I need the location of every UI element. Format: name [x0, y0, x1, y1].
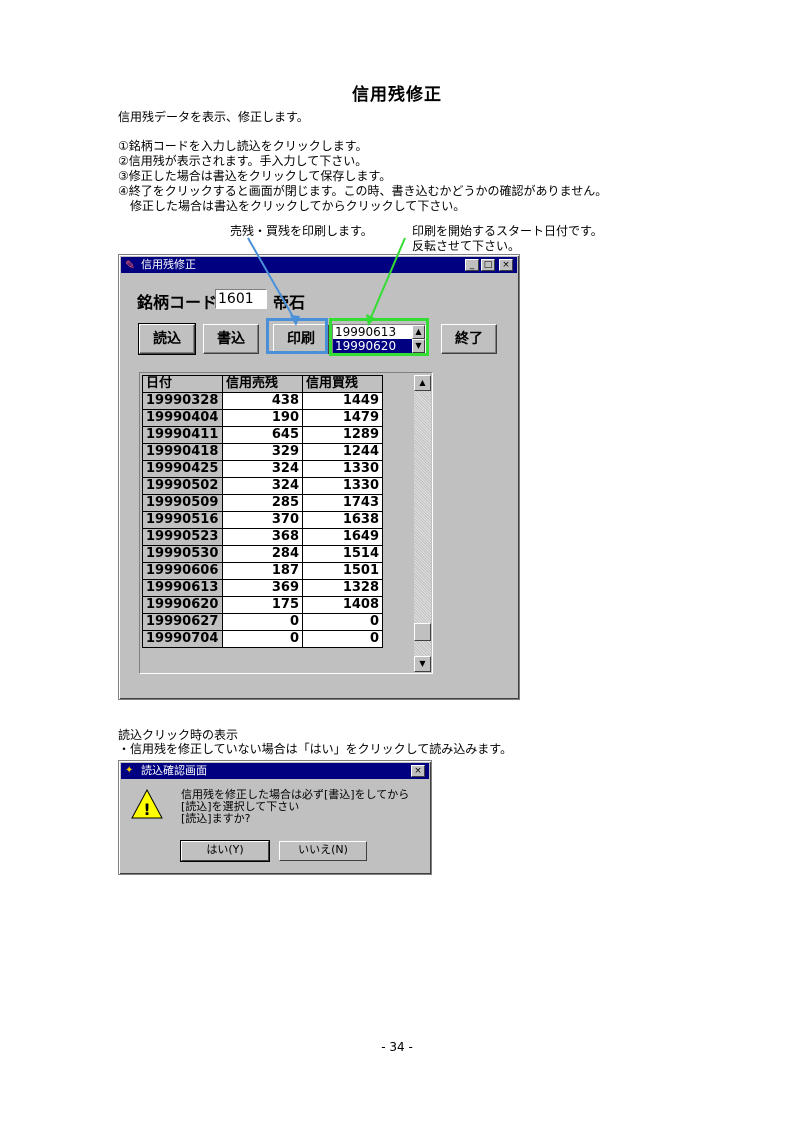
cell-long-balance[interactable]: 1649	[302, 528, 383, 546]
cell-date[interactable]: 19990509	[142, 494, 223, 512]
cell-long-balance[interactable]: 1330	[302, 477, 383, 495]
cell-date[interactable]: 19990613	[142, 579, 223, 597]
credit-balance-table: 日付 信用売残 信用買残 19990328 438 1449 19990404 190 1…	[142, 375, 383, 648]
cell-short-balance[interactable]: 284	[222, 545, 303, 563]
credit-balance-grid[interactable]: 日付 信用売残 信用買残 19990328 438 1449 19990404 190 1…	[139, 372, 433, 674]
cell-long-balance[interactable]: 1328	[302, 579, 383, 597]
table-row[interactable]: 19990627 0 0	[142, 613, 383, 631]
date-callout-arrow	[368, 237, 406, 323]
scroll-thumb[interactable]	[414, 623, 431, 641]
table-row[interactable]: 19990704 0 0	[142, 630, 383, 648]
cell-long-balance[interactable]: 1638	[302, 511, 383, 529]
dialog-app-icon: ✦	[125, 765, 134, 776]
cell-short-balance[interactable]: 369	[222, 579, 303, 597]
table-row[interactable]: 19990509 285 1743	[142, 494, 383, 512]
no-button[interactable]: いいえ(N)	[279, 841, 367, 861]
print-callout-arrowhead	[290, 315, 300, 326]
cell-date[interactable]: 19990523	[142, 528, 223, 546]
date-callout-arrowhead	[366, 314, 375, 326]
table-row[interactable]: 19990425 324 1330	[142, 460, 383, 478]
table-row[interactable]: 19990418 329 1244	[142, 443, 383, 461]
table-row[interactable]: 19990411 645 1289	[142, 426, 383, 444]
table-row[interactable]: 19990530 284 1514	[142, 545, 383, 563]
cell-short-balance[interactable]: 329	[222, 443, 303, 461]
cell-date[interactable]: 19990404	[142, 409, 223, 427]
cell-long-balance[interactable]: 1408	[302, 596, 383, 614]
section2-text: ・信用残を修正していない場合は「はい」をクリックして読み込みます。	[118, 742, 513, 756]
cell-date[interactable]: 19990418	[142, 443, 223, 461]
cell-long-balance[interactable]: 0	[302, 630, 383, 648]
cell-short-balance[interactable]: 324	[222, 477, 303, 495]
cell-long-balance[interactable]: 0	[302, 613, 383, 631]
cell-short-balance[interactable]: 324	[222, 460, 303, 478]
cell-long-balance[interactable]: 1514	[302, 545, 383, 563]
cell-short-balance[interactable]: 0	[222, 613, 303, 631]
cell-date[interactable]: 19990411	[142, 426, 223, 444]
vertical-scrollbar[interactable]: ▲ ▼	[414, 375, 431, 672]
cell-long-balance[interactable]: 1501	[302, 562, 383, 580]
table-row[interactable]: 19990620 175 1408	[142, 596, 383, 614]
cell-date[interactable]: 19990502	[142, 477, 223, 495]
dialog-title: 読込確認画面	[141, 764, 207, 777]
cell-long-balance[interactable]: 1743	[302, 494, 383, 512]
yes-button[interactable]: はい(Y)	[180, 840, 270, 862]
dialog-titlebar[interactable]: ✦ 読込確認画面 ×	[121, 763, 429, 779]
cell-long-balance[interactable]: 1330	[302, 460, 383, 478]
cell-date[interactable]: 19990516	[142, 511, 223, 529]
cell-short-balance[interactable]: 190	[222, 409, 303, 427]
dialog-close-icon[interactable]: ×	[411, 765, 425, 777]
dialog-message-line-3: [読込]ますか?	[181, 812, 251, 825]
dialog-message: 信用残を修正した場合は必ず[書込]をしてから [読込]を選択して下さい [読込]…	[181, 789, 409, 825]
cell-date[interactable]: 19990530	[142, 545, 223, 563]
table-row[interactable]: 19990606 187 1501	[142, 562, 383, 580]
cell-long-balance[interactable]: 1289	[302, 426, 383, 444]
cell-date[interactable]: 19990606	[142, 562, 223, 580]
table-body: 19990328 438 1449 19990404 190 1479 19990411 64…	[142, 392, 383, 648]
cell-date[interactable]: 19990620	[142, 596, 223, 614]
cell-short-balance[interactable]: 187	[222, 562, 303, 580]
callout-arrows	[247, 237, 406, 326]
cell-date[interactable]: 19990704	[142, 630, 223, 648]
cell-short-balance[interactable]: 370	[222, 511, 303, 529]
table-row[interactable]: 19990502 324 1330	[142, 477, 383, 495]
table-row[interactable]: 19990516 370 1638	[142, 511, 383, 529]
cell-date[interactable]: 19990627	[142, 613, 223, 631]
cell-short-balance[interactable]: 0	[222, 630, 303, 648]
table-row[interactable]: 19990523 368 1649	[142, 528, 383, 546]
scroll-down-arrow-icon[interactable]: ▼	[414, 656, 431, 672]
warning-icon: !	[131, 789, 163, 819]
load-confirm-dialog: ✦ 読込確認画面 × ! 信用残を修正した場合は必ず[書込]をしてから [読込]…	[118, 760, 432, 875]
print-callout-arrow	[247, 237, 297, 323]
svg-text:!: !	[143, 800, 150, 819]
cell-date[interactable]: 19990425	[142, 460, 223, 478]
table-row[interactable]: 19990613 369 1328	[142, 579, 383, 597]
section2-title: 読込クリック時の表示	[118, 728, 239, 742]
page-number: - 34 -	[381, 1040, 413, 1054]
cell-short-balance[interactable]: 368	[222, 528, 303, 546]
table-row[interactable]: 19990404 190 1479	[142, 409, 383, 427]
cell-short-balance[interactable]: 645	[222, 426, 303, 444]
cell-short-balance[interactable]: 175	[222, 596, 303, 614]
cell-long-balance[interactable]: 1244	[302, 443, 383, 461]
cell-short-balance[interactable]: 285	[222, 494, 303, 512]
cell-long-balance[interactable]: 1479	[302, 409, 383, 427]
